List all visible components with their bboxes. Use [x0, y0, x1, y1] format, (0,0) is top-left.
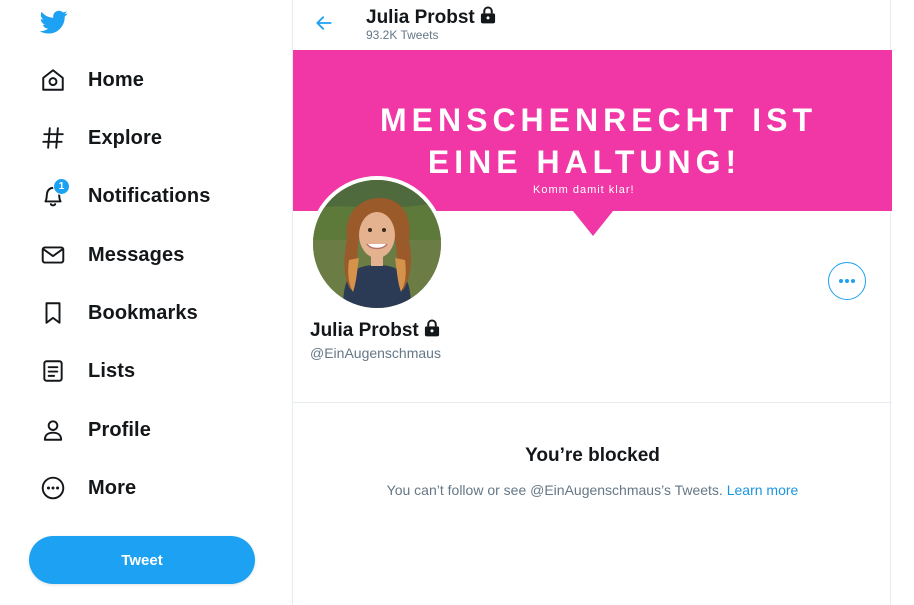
nav-label-profile: Profile	[88, 418, 151, 441]
blocked-message-text: You can’t follow or see @EinAugenschmaus…	[386, 482, 723, 498]
notification-badge: 1	[53, 178, 70, 195]
nav-notifications[interactable]: 1 Notifications	[30, 174, 210, 218]
nav-profile[interactable]: Profile	[30, 408, 151, 452]
banner-subtext: Komm damit klar!	[533, 184, 635, 196]
nav-label-home: Home	[88, 68, 144, 91]
lock-icon	[422, 318, 442, 344]
banner-headline-1: MENSCHENRECHT IST	[379, 102, 817, 138]
lock-icon	[478, 5, 498, 31]
bookmark-icon	[40, 300, 66, 326]
banner-notch	[573, 211, 613, 236]
tweet-count: 93.2K Tweets	[366, 28, 439, 42]
hashtag-icon	[40, 125, 66, 151]
blocked-message: You can’t follow or see @EinAugenschmaus…	[293, 482, 892, 498]
bell-icon: 1	[40, 178, 70, 209]
avatar[interactable]	[309, 176, 445, 312]
person-icon	[40, 417, 66, 443]
envelope-icon	[40, 242, 66, 268]
profile-display-name: Julia Probst	[310, 320, 419, 341]
nav-explore[interactable]: Explore	[30, 116, 162, 160]
more-circle-icon	[40, 475, 66, 501]
profile-handle: @EinAugenschmaus	[310, 345, 441, 361]
sidebar: Home Explore 1 Notifications Messages Bo…	[0, 0, 292, 605]
nav-lists[interactable]: Lists	[30, 349, 135, 393]
nav-label-messages: Messages	[88, 243, 185, 266]
nav-label-lists: Lists	[88, 359, 136, 382]
profile-header-bar: Julia Probst 93.2K Tweets	[293, 0, 892, 48]
profile-name: Julia Probst	[310, 318, 442, 344]
profile-more-button[interactable]	[828, 262, 866, 300]
header-name: Julia Probst	[366, 7, 475, 28]
back-arrow-icon[interactable]	[311, 10, 337, 36]
nav-label-explore: Explore	[88, 126, 163, 149]
more-dots-icon	[837, 272, 857, 290]
learn-more-link[interactable]: Learn more	[727, 482, 799, 498]
nav-bookmarks[interactable]: Bookmarks	[30, 291, 198, 335]
home-icon	[40, 67, 66, 93]
blocked-title: You’re blocked	[525, 445, 660, 466]
twitter-bird-icon[interactable]	[39, 8, 69, 36]
nav-messages[interactable]: Messages	[30, 233, 184, 277]
nav-label-bookmarks: Bookmarks	[88, 301, 198, 324]
nav-home[interactable]: Home	[30, 58, 144, 102]
nav-label-notifications: Notifications	[88, 184, 211, 207]
list-icon	[40, 358, 66, 384]
nav-label-more: More	[88, 476, 137, 499]
nav-more[interactable]: More	[30, 466, 136, 510]
divider	[293, 402, 892, 403]
profile-column: Julia Probst 93.2K Tweets MENSCHENRECHT …	[292, 0, 892, 605]
tweet-button[interactable]: Tweet	[29, 536, 255, 584]
